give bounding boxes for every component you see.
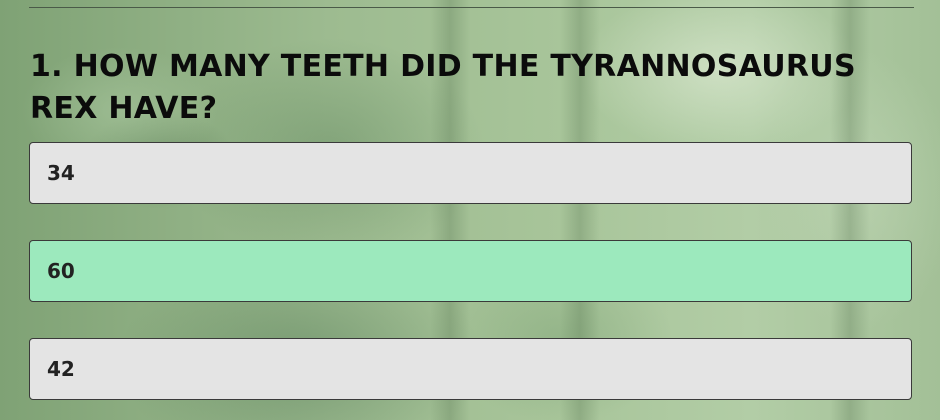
- answer-option-60-selected[interactable]: 60: [29, 240, 912, 302]
- answer-option-label: 42: [47, 357, 75, 381]
- answer-option-42[interactable]: 42: [29, 338, 912, 400]
- answer-option-label: 60: [47, 259, 75, 283]
- question-title: 1. How many teeth did the Tyrannosaurus …: [30, 49, 856, 126]
- answer-option-34[interactable]: 34: [29, 142, 912, 204]
- answer-option-label: 34: [47, 161, 75, 185]
- top-divider: [29, 7, 914, 8]
